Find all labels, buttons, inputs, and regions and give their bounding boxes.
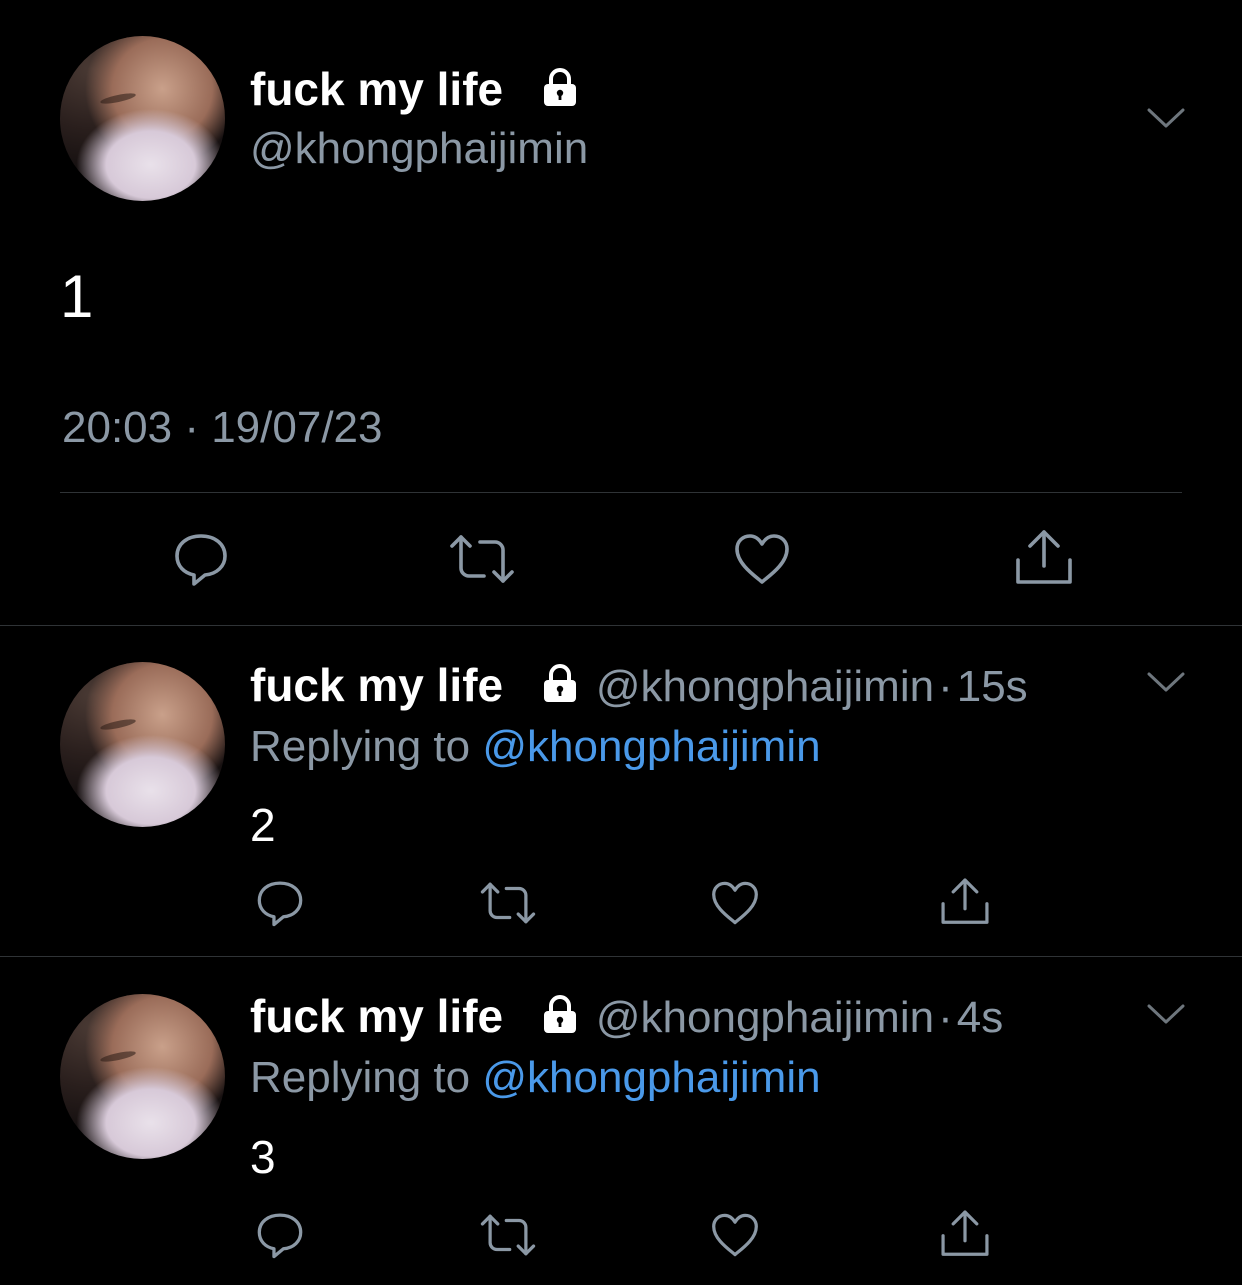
divider xyxy=(0,625,1242,626)
reply-icon[interactable] xyxy=(255,1210,305,1260)
lock-icon xyxy=(538,661,582,716)
handle: @khongphaijimin xyxy=(595,993,935,1042)
avatar[interactable] xyxy=(60,36,225,201)
chevron-down-icon[interactable] xyxy=(1146,668,1186,698)
share-icon[interactable] xyxy=(938,1208,992,1260)
replying-to-label: Replying to xyxy=(250,722,471,771)
like-icon[interactable] xyxy=(733,532,791,586)
reply-icon[interactable] xyxy=(172,530,230,588)
replying-to-label: Replying to xyxy=(250,1053,471,1102)
display-name: fuck my life xyxy=(250,990,504,1042)
main-tweet-timestamp[interactable]: 20:03 · 19/07/23 xyxy=(62,403,382,453)
relative-time: 4s xyxy=(956,993,1004,1042)
relative-time: 15s xyxy=(956,662,1028,711)
display-name: fuck my life xyxy=(250,659,504,711)
divider xyxy=(0,956,1242,957)
retweet-icon[interactable] xyxy=(479,880,537,926)
reply-text: 3 xyxy=(250,1131,276,1183)
chevron-down-icon[interactable] xyxy=(1146,104,1186,134)
mention-link[interactable]: @khongphaijimin xyxy=(482,1053,820,1102)
avatar[interactable] xyxy=(60,994,225,1159)
reply-header[interactable]: fuck my life @khongphaijimin·15s xyxy=(250,658,1028,716)
tweet-thread: fuck my life @khongphaijimin 1 20:03 · 1… xyxy=(0,0,1242,1285)
reply-text: 2 xyxy=(250,799,276,851)
lock-icon xyxy=(538,992,582,1047)
replying-to: Replying to @khongphaijimin xyxy=(250,1053,821,1103)
display-name: fuck my life xyxy=(250,63,504,115)
retweet-icon[interactable] xyxy=(448,532,516,586)
reply-header[interactable]: fuck my life @khongphaijimin·4s xyxy=(250,989,1003,1047)
separator: · xyxy=(938,662,953,711)
share-icon[interactable] xyxy=(938,876,992,928)
mention-link[interactable]: @khongphaijimin xyxy=(482,722,820,771)
like-icon[interactable] xyxy=(710,1212,760,1258)
main-tweet-handle[interactable]: @khongphaijimin xyxy=(250,124,588,174)
reply-icon[interactable] xyxy=(255,878,305,928)
avatar[interactable] xyxy=(60,662,225,827)
chevron-down-icon[interactable] xyxy=(1146,1000,1186,1030)
retweet-icon[interactable] xyxy=(479,1212,537,1258)
share-icon[interactable] xyxy=(1012,528,1076,588)
like-icon[interactable] xyxy=(710,880,760,926)
separator: · xyxy=(938,993,953,1042)
replying-to: Replying to @khongphaijimin xyxy=(250,722,821,772)
main-tweet-author-name[interactable]: fuck my life xyxy=(250,62,582,120)
main-tweet-text: 1 xyxy=(60,263,94,330)
handle: @khongphaijimin xyxy=(595,662,935,711)
divider xyxy=(60,492,1182,493)
lock-icon xyxy=(538,65,582,120)
